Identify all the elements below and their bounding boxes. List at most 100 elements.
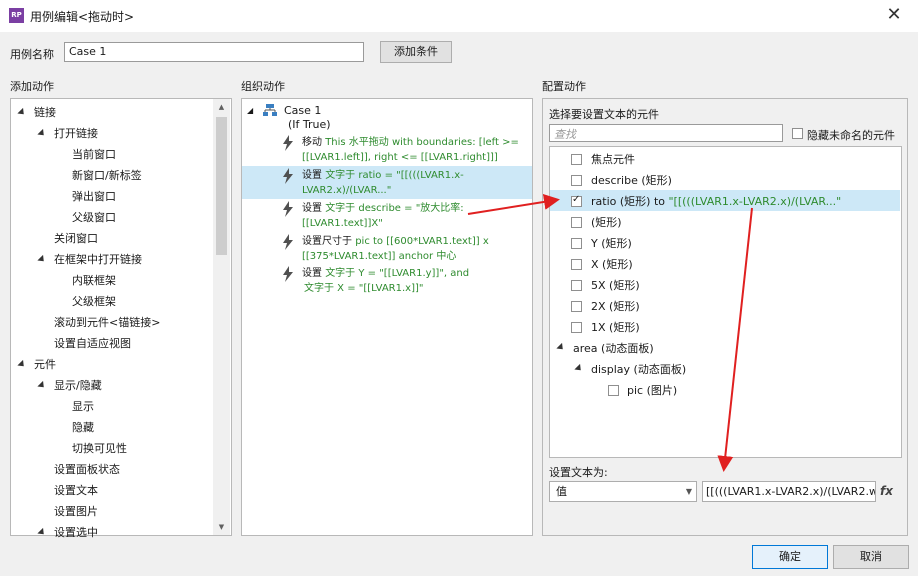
scrollbar-thumb[interactable]: [216, 117, 227, 255]
hide-unnamed-label: 隐藏未命名的元件: [807, 129, 895, 142]
search-input[interactable]: 查找: [549, 124, 783, 142]
tree-item[interactable]: 设置文本: [54, 480, 98, 501]
case-name-input[interactable]: Case 1: [64, 42, 364, 62]
set-text-label: 设置文本为:: [549, 466, 608, 479]
action-item[interactable]: 设置 文字于 ratio = "[[(((LVAR1.x-LVAR2.x)/(L…: [302, 168, 527, 198]
widget-item[interactable]: 焦点元件: [591, 149, 635, 170]
tree-item[interactable]: 设置选中: [54, 522, 98, 543]
action-verb: 移动: [302, 137, 326, 148]
action-verb: 设置: [302, 170, 326, 181]
tree-item[interactable]: 滚动到元件<锚链接>: [54, 312, 160, 333]
configure-action-heading: 配置动作: [542, 80, 586, 93]
lightning-icon: [282, 234, 296, 250]
action-detail: 文字于 ratio = "[[(((LVAR1.x-LVAR2.x)/(LVAR…: [302, 170, 464, 196]
action-detail-line2: 文字于 X = "[[LVAR1.x]]": [304, 283, 424, 294]
chevron-down-icon: ▼: [685, 487, 692, 496]
widget-checkbox[interactable]: [571, 194, 582, 207]
action-item[interactable]: 移动 This 水平拖动 with boundaries: [left >= […: [302, 135, 527, 165]
widget-label: ratio (矩形) to: [591, 195, 669, 208]
tree-item[interactable]: 设置面板状态: [54, 459, 120, 480]
widget-label: describe (矩形): [591, 174, 672, 187]
hide-unnamed-checkbox[interactable]: [792, 128, 803, 139]
action-detail: 文字于 describe = "放大比率: [[LVAR1.text]]X": [302, 203, 464, 229]
select-widget-label: 选择要设置文本的元件: [549, 108, 659, 121]
action-item[interactable]: 设置 文字于 describe = "放大比率: [[LVAR1.text]]X…: [302, 201, 527, 231]
case-condition: (If True): [288, 118, 331, 131]
tree-item[interactable]: 显示: [72, 396, 94, 417]
tree-item[interactable]: 打开链接: [54, 123, 98, 144]
widget-value: "[[(((LVAR1.x-LVAR2.x)/(LVAR...": [668, 195, 842, 208]
action-detail: 文字于 Y = "[[LVAR1.y]]", and: [325, 268, 470, 279]
scroll-down-icon[interactable]: ▼: [213, 519, 230, 535]
ok-button[interactable]: 确定: [752, 545, 828, 569]
tree-item[interactable]: 当前窗口: [72, 144, 116, 165]
widget-item[interactable]: (矩形): [591, 212, 622, 233]
action-detail: This 水平拖动 with boundaries: [left >= [[LV…: [302, 137, 519, 163]
scroll-up-icon[interactable]: ▲: [213, 99, 230, 115]
close-icon[interactable]: ✕: [880, 4, 908, 26]
widget-checkbox[interactable]: [571, 280, 582, 291]
case-node-icon: [263, 104, 277, 116]
tree-item[interactable]: 父级窗口: [72, 207, 116, 228]
widget-group[interactable]: pic (图片): [627, 380, 677, 401]
tree-item[interactable]: 显示/隐藏: [54, 375, 102, 396]
widget-checkbox[interactable]: [571, 217, 582, 228]
widget-label: X (矩形): [591, 258, 633, 271]
tree-item[interactable]: 切换可见性: [72, 438, 127, 459]
widget-item[interactable]: describe (矩形): [591, 170, 672, 191]
tree-item[interactable]: 弹出窗口: [72, 186, 116, 207]
tree-item[interactable]: 链接: [34, 102, 56, 123]
value-type-text: 值: [556, 485, 567, 498]
add-action-heading: 添加动作: [10, 80, 54, 93]
widget-item[interactable]: Y (矩形): [591, 233, 632, 254]
organize-action-heading: 组织动作: [241, 80, 285, 93]
title-bar: [0, 0, 918, 32]
widget-item[interactable]: 2X (矩形): [591, 296, 640, 317]
widget-label: Y (矩形): [591, 237, 632, 250]
tree-item[interactable]: 隐藏: [72, 417, 94, 438]
fx-icon[interactable]: fx: [880, 484, 893, 498]
action-item[interactable]: 设置尺寸于 pic to [[600*LVAR1.text]] x [[375*…: [302, 234, 527, 264]
widget-checkbox[interactable]: [571, 259, 582, 270]
action-item[interactable]: 设置 文字于 Y = "[[LVAR1.y]]", and 文字于 X = "[[…: [302, 266, 527, 296]
widget-checkbox[interactable]: [571, 154, 582, 165]
cancel-button[interactable]: 取消: [833, 545, 909, 569]
widget-group[interactable]: area (动态面板): [573, 338, 654, 359]
window-title: 用例编辑<拖动时>: [30, 10, 135, 24]
action-verb: 设置尺寸于: [302, 236, 356, 247]
value-text-input[interactable]: [[(((LVAR1.x-LVAR2.x)/(LVAR2.wi: [702, 481, 876, 502]
lightning-icon: [282, 266, 296, 282]
widget-checkbox[interactable]: [571, 322, 582, 333]
widget-checkbox[interactable]: [571, 175, 582, 186]
action-verb: 设置: [302, 268, 326, 279]
widget-item[interactable]: X (矩形): [591, 254, 633, 275]
widget-checkbox[interactable]: [571, 238, 582, 249]
tree-item[interactable]: 新窗口/新标签: [72, 165, 142, 186]
lightning-icon: [282, 168, 296, 184]
widget-checkbox[interactable]: [608, 385, 619, 396]
widget-label: 焦点元件: [591, 153, 635, 166]
widget-label: 5X (矩形): [591, 279, 640, 292]
widget-label: 2X (矩形): [591, 300, 640, 313]
widget-item[interactable]: 5X (矩形): [591, 275, 640, 296]
tree-item[interactable]: 设置图片: [54, 501, 98, 522]
add-condition-button[interactable]: 添加条件: [380, 41, 452, 63]
value-type-select[interactable]: 值 ▼: [549, 481, 697, 502]
tree-item[interactable]: 父级框架: [72, 291, 116, 312]
tree-item[interactable]: 元件: [34, 354, 56, 375]
case-collapse-icon[interactable]: ◢: [247, 106, 253, 115]
tree-item[interactable]: 内联框架: [72, 270, 116, 291]
widget-item[interactable]: ratio (矩形) to "[[(((LVAR1.x-LVAR2.x)/(LV…: [591, 191, 841, 212]
app-logo-icon: RP: [9, 8, 24, 23]
widget-group[interactable]: display (动态面板): [591, 359, 686, 380]
tree-item[interactable]: 关闭窗口: [54, 228, 98, 249]
lightning-icon: [282, 201, 296, 217]
case-title[interactable]: Case 1: [284, 104, 321, 117]
action-verb: 设置: [302, 203, 326, 214]
widget-checkbox[interactable]: [571, 301, 582, 312]
widget-label: 1X (矩形): [591, 321, 640, 334]
case-name-label: 用例名称: [10, 48, 54, 61]
tree-item[interactable]: 设置自适应视图: [54, 333, 131, 354]
tree-item[interactable]: 在框架中打开链接: [54, 249, 142, 270]
widget-item[interactable]: 1X (矩形): [591, 317, 640, 338]
